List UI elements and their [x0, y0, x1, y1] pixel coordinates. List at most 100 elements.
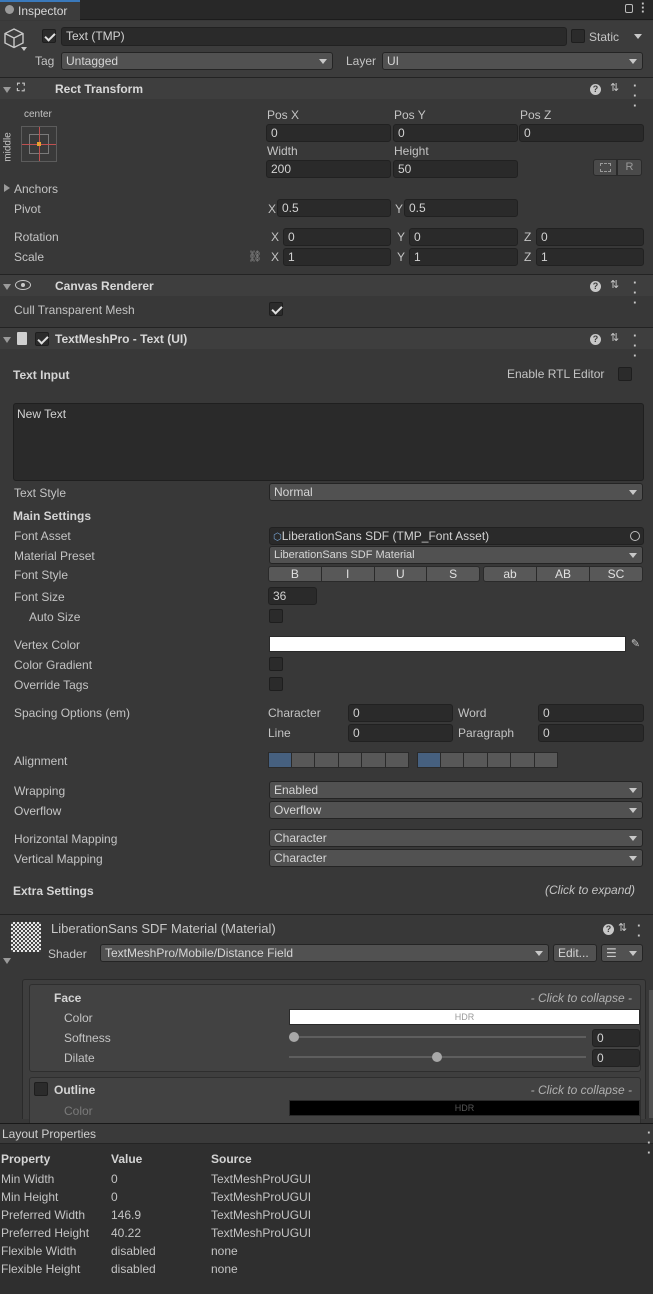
- presets-icon[interactable]: ⇅: [618, 921, 627, 934]
- horizontal-mapping-dropdown[interactable]: Character: [269, 829, 643, 847]
- presets-icon[interactable]: ⇅: [610, 81, 619, 94]
- raw-edit-button[interactable]: R: [617, 159, 642, 176]
- override-tags-checkbox[interactable]: [269, 677, 283, 691]
- context-menu-icon[interactable]: ···: [633, 79, 637, 112]
- dilate-field[interactable]: 0: [592, 1049, 640, 1067]
- paragraph-spacing-field[interactable]: 0: [538, 724, 644, 742]
- width-field[interactable]: 200: [266, 160, 391, 178]
- word-spacing-field[interactable]: 0: [538, 704, 644, 722]
- outline-section-title[interactable]: Outline: [54, 1083, 95, 1097]
- tag-dropdown[interactable]: Untagged: [61, 52, 333, 70]
- align-midline-button[interactable]: [511, 752, 535, 768]
- anchors-fold-icon[interactable]: [4, 184, 10, 192]
- object-picker-icon[interactable]: [630, 531, 640, 541]
- wrapping-dropdown[interactable]: Enabled: [269, 781, 643, 799]
- font-style-underline-button[interactable]: U: [374, 566, 428, 582]
- pivot-x-field[interactable]: 0.5: [277, 199, 391, 217]
- layout-context-menu-icon[interactable]: · · ·: [647, 1126, 651, 1159]
- align-bottom-button[interactable]: [464, 752, 488, 768]
- pos-x-field[interactable]: 0: [266, 124, 391, 142]
- context-menu-icon[interactable]: ···: [633, 276, 637, 309]
- static-dropdown-arrow[interactable]: [634, 34, 642, 39]
- face-click-to-collapse[interactable]: - Click to collapse -: [531, 991, 632, 1005]
- material-fold-arrow[interactable]: [3, 958, 11, 964]
- height-field[interactable]: 50: [393, 160, 518, 178]
- character-spacing-field[interactable]: 0: [348, 704, 453, 722]
- presets-icon[interactable]: ⇅: [610, 331, 619, 344]
- tmp-enabled-checkbox[interactable]: [35, 332, 49, 346]
- align-center-button[interactable]: [291, 752, 315, 768]
- color-gradient-checkbox[interactable]: [269, 657, 283, 671]
- cull-transparent-checkbox[interactable]: [269, 302, 283, 316]
- context-menu-icon[interactable]: ···: [633, 329, 637, 362]
- text-input-area[interactable]: New Text: [13, 403, 644, 481]
- auto-size-checkbox[interactable]: [269, 609, 283, 623]
- align-geometry-center-button[interactable]: [385, 752, 409, 768]
- constrain-proportions-icon[interactable]: ⛓: [248, 250, 262, 263]
- font-style-uppercase-button[interactable]: AB: [537, 566, 590, 582]
- vertical-mapping-dropdown[interactable]: Character: [269, 849, 643, 867]
- scale-y-field[interactable]: 1: [409, 248, 518, 266]
- align-left-button[interactable]: [268, 752, 292, 768]
- active-checkbox[interactable]: [42, 29, 56, 43]
- pivot-y-field[interactable]: 0.5: [404, 199, 518, 217]
- canvas-renderer-header[interactable]: Canvas Renderer ? ⇅ · · ·: [0, 274, 653, 309]
- align-middle-button[interactable]: [440, 752, 464, 768]
- scale-z-field[interactable]: 1: [536, 248, 644, 266]
- tab-menu-icon[interactable]: · · ·: [641, 0, 645, 18]
- pos-z-field[interactable]: 0: [519, 124, 644, 142]
- font-style-lowercase-button[interactable]: ab: [483, 566, 537, 582]
- dilate-slider-knob[interactable]: [432, 1052, 442, 1062]
- anchor-preset-button[interactable]: [21, 126, 57, 162]
- rot-y-field[interactable]: 0: [409, 228, 518, 246]
- align-justified-button[interactable]: [338, 752, 362, 768]
- face-section-title[interactable]: Face: [54, 991, 81, 1005]
- align-baseline-button[interactable]: [487, 752, 511, 768]
- shader-edit-button[interactable]: Edit...: [553, 944, 597, 962]
- softness-slider-track[interactable]: [289, 1036, 586, 1038]
- object-name-field[interactable]: Text (TMP): [61, 27, 567, 46]
- align-flush-button[interactable]: [362, 752, 386, 768]
- anchors-label[interactable]: Anchors: [14, 182, 58, 196]
- tmp-header[interactable]: TextMeshPro - Text (UI) ? ⇅ · · ·: [0, 327, 653, 362]
- font-style-bold-button[interactable]: B: [268, 566, 322, 582]
- blueprint-mode-button[interactable]: [593, 159, 617, 176]
- font-style-strikethrough-button[interactable]: S: [427, 566, 480, 582]
- font-style-italic-button[interactable]: I: [321, 566, 375, 582]
- resize-handle[interactable]: [649, 990, 653, 1118]
- pos-y-field[interactable]: 0: [393, 124, 518, 142]
- rtl-editor-checkbox[interactable]: [618, 367, 632, 381]
- outline-color-swatch[interactable]: HDR: [289, 1100, 640, 1116]
- outline-click-to-collapse[interactable]: - Click to collapse -: [531, 1083, 632, 1097]
- font-style-smallcaps-button[interactable]: SC: [590, 566, 643, 582]
- material-preset-dropdown[interactable]: LiberationSans SDF Material: [269, 546, 643, 564]
- layout-properties-header[interactable]: Layout Properties · · ·: [0, 1124, 653, 1159]
- rot-x-field[interactable]: 0: [283, 228, 391, 246]
- inspector-tab[interactable]: Inspector: [0, 0, 80, 20]
- rect-transform-header[interactable]: ⛶ Rect Transform ? ⇅ · · ·: [0, 77, 653, 112]
- icon-dropdown-arrow[interactable]: [21, 47, 27, 51]
- align-capline-button[interactable]: [534, 752, 558, 768]
- help-icon[interactable]: ?: [590, 281, 601, 292]
- font-asset-field[interactable]: ⬡LiberationSans SDF (TMP_Font Asset): [269, 527, 644, 545]
- text-style-dropdown[interactable]: Normal: [269, 483, 643, 501]
- softness-slider-knob[interactable]: [289, 1032, 299, 1042]
- static-checkbox[interactable]: [571, 29, 585, 43]
- material-options-button[interactable]: ☰: [601, 944, 643, 962]
- vertex-color-swatch[interactable]: [269, 636, 626, 652]
- help-icon[interactable]: ?: [603, 924, 614, 935]
- help-icon[interactable]: ?: [590, 334, 601, 345]
- lock-icon[interactable]: [625, 4, 633, 13]
- rot-z-field[interactable]: 0: [536, 228, 644, 246]
- eyedropper-icon[interactable]: ✎: [628, 636, 643, 652]
- shader-dropdown[interactable]: TextMeshPro/Mobile/Distance Field: [100, 944, 549, 962]
- face-color-swatch[interactable]: HDR: [289, 1009, 640, 1025]
- overflow-dropdown[interactable]: Overflow: [269, 801, 643, 819]
- align-right-button[interactable]: [315, 752, 339, 768]
- outline-checkbox[interactable]: [34, 1082, 48, 1096]
- extra-settings-label[interactable]: Extra Settings: [13, 884, 94, 898]
- click-to-expand-label[interactable]: (Click to expand): [545, 883, 635, 897]
- scale-x-field[interactable]: 1: [283, 248, 391, 266]
- softness-field[interactable]: 0: [592, 1029, 640, 1047]
- layer-dropdown[interactable]: UI: [382, 52, 643, 70]
